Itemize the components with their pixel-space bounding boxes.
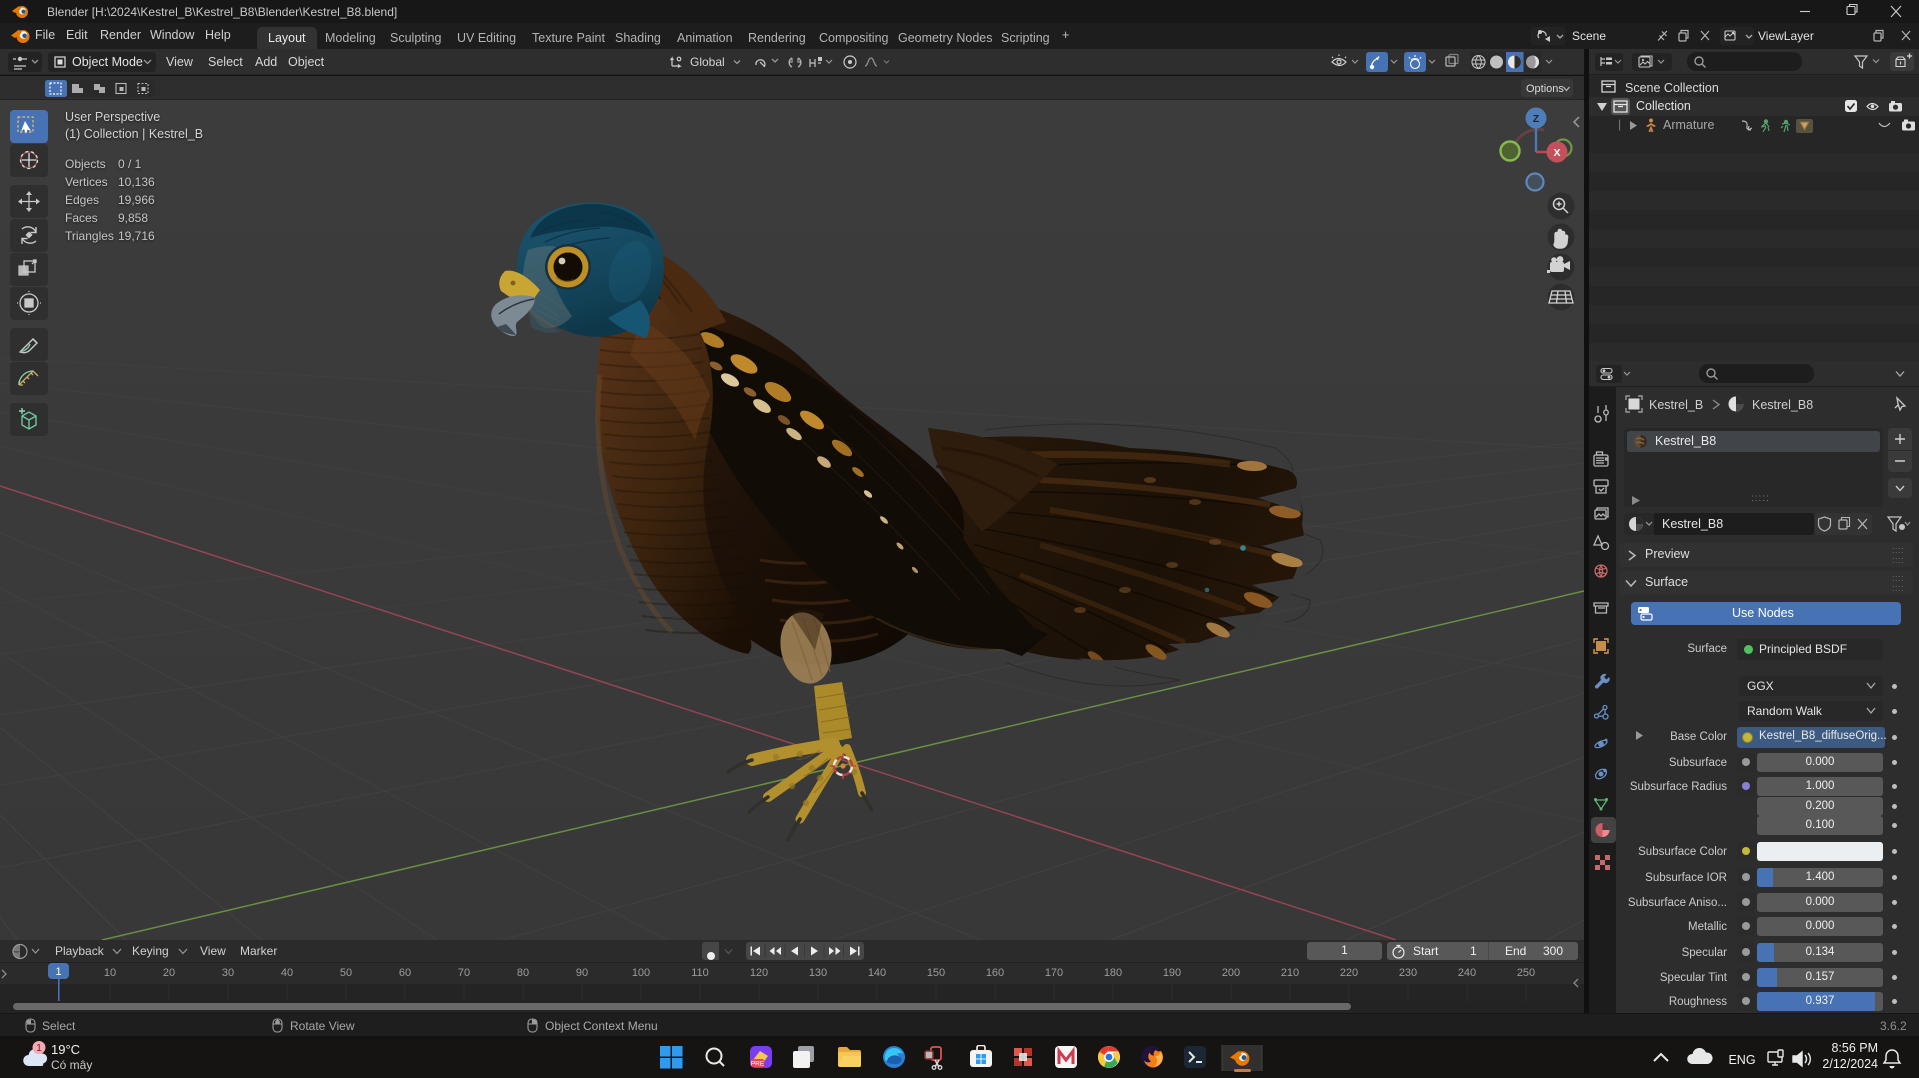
svg-text:30: 30 xyxy=(222,967,234,979)
svg-text:X: X xyxy=(1553,147,1560,159)
svg-text:70: 70 xyxy=(458,967,470,979)
svg-text:180: 180 xyxy=(1104,967,1122,979)
svg-text:60: 60 xyxy=(399,967,411,979)
svg-text:50: 50 xyxy=(340,967,352,979)
svg-text:170: 170 xyxy=(1045,967,1063,979)
svg-text:220: 220 xyxy=(1340,967,1358,979)
svg-text:1: 1 xyxy=(36,1043,42,1054)
svg-text:150: 150 xyxy=(927,967,945,979)
svg-text:120: 120 xyxy=(750,967,768,979)
svg-text:10: 10 xyxy=(104,967,116,979)
svg-text:250: 250 xyxy=(1517,967,1535,979)
svg-text:140: 140 xyxy=(868,967,886,979)
svg-text:100: 100 xyxy=(632,967,650,979)
svg-text:90: 90 xyxy=(576,967,588,979)
svg-text:1: 1 xyxy=(55,966,61,978)
svg-text:200: 200 xyxy=(1222,967,1240,979)
svg-text:Z: Z xyxy=(1533,113,1540,125)
svg-text:230: 230 xyxy=(1399,967,1417,979)
svg-text:240: 240 xyxy=(1458,967,1476,979)
svg-text:130: 130 xyxy=(809,967,827,979)
svg-text:PRE: PRE xyxy=(751,1061,765,1068)
svg-text:110: 110 xyxy=(691,967,709,979)
svg-text:210: 210 xyxy=(1281,967,1299,979)
svg-text:190: 190 xyxy=(1163,967,1181,979)
svg-text:80: 80 xyxy=(517,967,529,979)
svg-text:40: 40 xyxy=(281,967,293,979)
svg-text:ENG: ENG xyxy=(1728,1053,1755,1067)
svg-text:160: 160 xyxy=(986,967,1004,979)
svg-text:20: 20 xyxy=(163,967,175,979)
